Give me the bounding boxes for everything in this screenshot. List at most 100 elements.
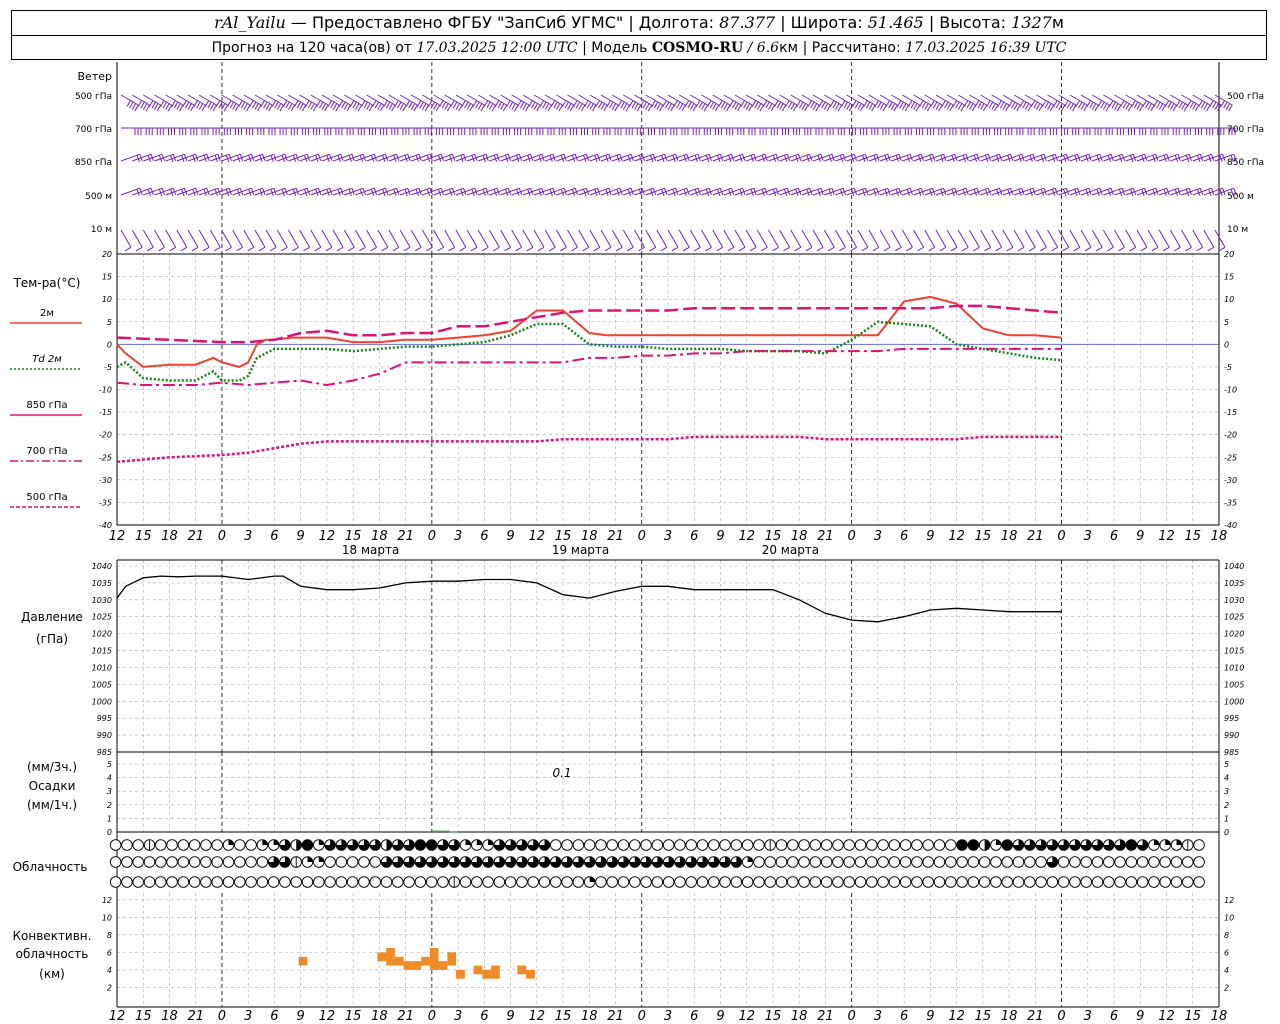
cloud-circle	[1057, 876, 1070, 888]
time-tick-label: 12	[1158, 529, 1175, 544]
cloud-circle	[369, 856, 381, 868]
cloud-circle	[1091, 876, 1104, 888]
cloud-circle	[572, 839, 585, 851]
cloud-circle	[911, 876, 923, 888]
cloud-circle	[1001, 876, 1013, 888]
pressure-tick-label-right: 1025	[1224, 613, 1244, 622]
cloud-circle	[933, 876, 946, 888]
cloud-circle	[967, 856, 980, 868]
cloud-circle	[775, 876, 788, 888]
cloud-fill-full	[968, 839, 979, 851]
wind-barb	[578, 229, 590, 252]
pressure-tick-label-right: 990	[1224, 731, 1239, 740]
wind-barb	[567, 229, 578, 252]
wind-barb	[276, 229, 288, 252]
cloud-circle	[109, 856, 122, 868]
time-tick-label-bottom: 0	[848, 1009, 856, 1024]
cloud-circle	[1193, 856, 1205, 868]
cloud-circle	[1035, 876, 1047, 888]
cloud-circle	[369, 876, 381, 888]
cloud-circle	[177, 876, 190, 888]
wind-barb	[1169, 229, 1181, 252]
time-tick-label-bottom: 9	[297, 1009, 305, 1024]
cloud-circle	[651, 839, 664, 851]
time-tick-label-bottom: 3	[1084, 1009, 1092, 1024]
wind-barb	[868, 229, 880, 252]
wind-barb	[243, 229, 255, 252]
wind-barb	[466, 229, 478, 252]
time-tick-label-bottom: 0	[218, 1009, 226, 1024]
cloud-circle	[234, 876, 246, 888]
cloud-circle	[674, 876, 686, 888]
cloud-circle	[121, 856, 133, 868]
cloud-circle	[753, 856, 765, 868]
wind-barb	[667, 229, 679, 252]
precip-tick-label-right: 3	[1224, 787, 1229, 796]
wind-level-500hpa: 500 гПа	[75, 92, 112, 102]
conv-cloud-bar	[438, 961, 448, 970]
legend-td2m: Td 2м	[32, 354, 62, 365]
cloud-circle	[550, 839, 562, 851]
cloud-circle	[211, 839, 223, 851]
cloud-circle	[866, 839, 878, 851]
wind-barb	[634, 229, 645, 252]
time-tick-label-bottom: 21	[817, 1009, 834, 1024]
cloud-circle	[471, 876, 483, 888]
temp-tick-label-left: 20	[102, 250, 112, 259]
time-tick-label: 18	[791, 529, 808, 544]
wind-barb	[712, 229, 724, 252]
cloud-circle	[922, 839, 934, 851]
wind-barb	[656, 229, 668, 252]
cloudiness-panel	[109, 839, 1205, 888]
time-tick-label-bottom: 6	[1110, 1009, 1118, 1024]
cloud-circle	[166, 839, 178, 851]
cloud-circle	[550, 876, 562, 888]
wind-barb	[343, 229, 355, 252]
cloud-circle	[877, 876, 889, 888]
precip-title: Осадки	[29, 779, 76, 793]
wind-barb	[1024, 229, 1036, 252]
temp-tick-label-right: 20	[1224, 250, 1234, 259]
wind-barb	[678, 229, 690, 252]
wind-barb	[198, 229, 210, 252]
cloud-circle	[583, 839, 596, 851]
cloud-circle	[200, 839, 212, 851]
cloud-circle	[109, 876, 122, 888]
pressure-tick-label-left: 1015	[92, 647, 112, 656]
temp-tick-label-right: -25	[1224, 453, 1237, 462]
wind-level-850hpa-right: 850 гПа	[1227, 158, 1264, 168]
conv-tick-label-left: 4	[107, 966, 112, 975]
time-tick-label-bottom: 12	[109, 1009, 126, 1024]
cloud-circle	[696, 876, 709, 888]
cloud-fill-quarter	[273, 839, 279, 845]
pressure-tick-label-right: 995	[1224, 714, 1239, 723]
conv-cloud-bar	[456, 969, 465, 979]
pressure-tick-label-right: 1040	[1224, 562, 1244, 571]
conv-cloud-bar	[429, 948, 439, 970]
pressure-tick-label-left: 1030	[92, 596, 112, 605]
temp-tick-label-right: 10	[1224, 295, 1234, 304]
wind-level-500m-right: 500 м	[1227, 192, 1254, 202]
wind-barb	[1069, 229, 1081, 252]
wind-barb	[834, 229, 846, 252]
cloud-circle	[787, 856, 799, 868]
conv-cloud-bar	[386, 948, 395, 966]
time-tick-label-bottom: 3	[874, 1009, 882, 1024]
wind-level-500m: 500 м	[85, 192, 112, 202]
cloud-circle	[1103, 856, 1115, 868]
wind-barb	[879, 229, 891, 252]
cloud-circle	[1148, 876, 1160, 888]
legend-2m: 2м	[40, 308, 54, 319]
cloud-circle	[1080, 856, 1092, 868]
time-tick-label-bottom: 18	[581, 1009, 598, 1024]
temp-tick-label-right: -20	[1224, 431, 1237, 440]
wind-barb	[544, 229, 556, 252]
conv-cloud-bar	[412, 961, 422, 970]
legend-850hpa: 850 гПа	[26, 400, 67, 411]
pressure-tick-label-left: 1025	[92, 613, 112, 622]
cloud-circle	[1170, 876, 1183, 888]
date-label: 18 марта	[342, 543, 399, 557]
cloud-circle	[832, 856, 844, 868]
wind-barb	[1136, 229, 1148, 252]
wind-barb	[1035, 229, 1047, 252]
